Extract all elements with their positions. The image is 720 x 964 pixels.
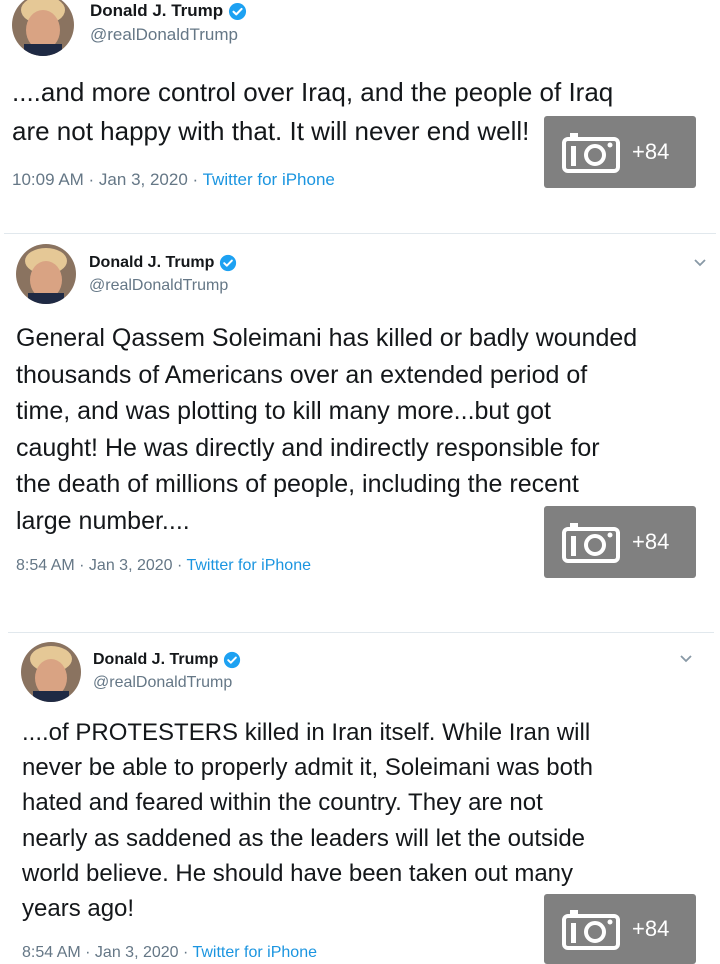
photo-gallery-button[interactable]: +84	[544, 894, 696, 964]
author-handle[interactable]: @realDonaldTrump	[90, 25, 238, 45]
avatar-image	[12, 0, 74, 56]
photo-count: +84	[632, 529, 670, 554]
author-handle[interactable]: @realDonaldTrump	[89, 277, 228, 295]
source-link[interactable]: Twitter for iPhone	[186, 557, 311, 574]
source-link[interactable]: Twitter for iPhone	[192, 944, 317, 961]
photo-gallery-button[interactable]: +84	[544, 116, 696, 188]
verified-badge-icon	[220, 254, 237, 272]
chevron-down-icon[interactable]	[693, 258, 707, 268]
timestamp[interactable]: 8:54 AM · Jan 3, 2020 ·	[16, 557, 186, 574]
avatar[interactable]	[16, 244, 76, 304]
photo-count: +84	[632, 916, 670, 941]
tweet-meta: 10:09 AM · Jan 3, 2020 · Twitter for iPh…	[12, 170, 335, 190]
tweet-text: ....and more control over Iraq, and the …	[12, 77, 614, 146]
avatar-image	[16, 244, 76, 304]
author-name-row: Donald J. Trump	[90, 1, 247, 21]
tweet-meta: 8:54 AM · Jan 3, 2020 · Twitter for iPho…	[22, 944, 317, 962]
author-name[interactable]: Donald J. Trump	[90, 1, 223, 21]
timestamp[interactable]: 8:54 AM · Jan 3, 2020 ·	[22, 944, 192, 961]
author-name[interactable]: Donald J. Trump	[89, 254, 214, 272]
tweet-meta: 8:54 AM · Jan 3, 2020 · Twitter for iPho…	[16, 557, 311, 575]
author-name-row: Donald J. Trump	[93, 651, 241, 669]
avatar[interactable]	[21, 642, 81, 702]
author-name[interactable]: Donald J. Trump	[93, 651, 218, 669]
verified-badge-icon	[224, 651, 241, 669]
author-name-row: Donald J. Trump	[89, 254, 237, 272]
photo-count: +84	[632, 139, 670, 164]
avatar[interactable]	[12, 0, 74, 56]
chevron-down-icon[interactable]	[679, 654, 693, 664]
timestamp[interactable]: 10:09 AM · Jan 3, 2020 ·	[12, 170, 203, 189]
author-handle[interactable]: @realDonaldTrump	[93, 674, 232, 692]
avatar-image	[21, 642, 81, 702]
verified-badge-icon	[229, 2, 247, 20]
source-link[interactable]: Twitter for iPhone	[203, 170, 335, 189]
tweet-text: ....of PROTESTERS killed in Iran itself.…	[22, 719, 593, 923]
camera-icon	[562, 133, 620, 173]
camera-icon	[562, 523, 620, 563]
camera-icon	[562, 910, 620, 950]
photo-gallery-button[interactable]: +84	[544, 506, 696, 578]
